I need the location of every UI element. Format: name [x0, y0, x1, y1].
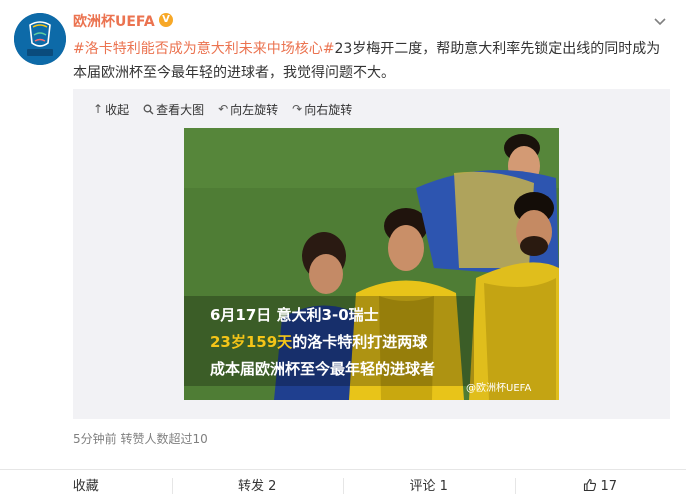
media-toolbar: ↑ 收起 查看大图 ↶ 向左旋转 ↷ 向右旋转: [93, 101, 352, 117]
post-text: #洛卡特利能否成为意大利未来中场核心#23岁梅开二度，帮助意大利率先锁定出线的同…: [73, 37, 673, 85]
expand-chevron-icon[interactable]: [653, 14, 667, 28]
rotate-left-button[interactable]: ↶ 向左旋转: [218, 101, 278, 117]
collapse-icon: ↑: [93, 102, 104, 116]
thumbs-up-icon: [584, 478, 597, 492]
rotate-right-label: 向右旋转: [304, 102, 353, 117]
comment-button[interactable]: 评论 1: [343, 470, 515, 502]
collapse-label: 收起: [105, 102, 130, 117]
caption-age-highlight: 23岁159天: [210, 333, 293, 351]
repost-button[interactable]: 转发 2: [171, 470, 344, 502]
post-photo[interactable]: 6月17日 意大利3-0瑞士 23岁159天的洛卡特利打进两球 成本届欧洲杯至今…: [184, 128, 559, 400]
rotate-right-button[interactable]: ↷ 向右旋转: [292, 101, 352, 117]
topic-link[interactable]: #洛卡特利能否成为意大利未来中场核心#: [73, 41, 334, 57]
collapse-button[interactable]: ↑ 收起: [93, 101, 129, 117]
verified-badge-icon: V: [159, 13, 173, 27]
weibo-post-card: 欧洲杯UEFA V #洛卡特利能否成为意大利未来中场核心#23岁梅开二度，帮助意…: [0, 0, 686, 502]
username[interactable]: 欧洲杯UEFA: [73, 11, 155, 31]
post-meta: 5分钟前 转赞人数超过10: [73, 432, 208, 446]
photo-watermark: @欧洲杯UEFA: [466, 383, 532, 394]
avatar[interactable]: [14, 13, 66, 65]
favorite-button[interactable]: 收藏: [0, 470, 172, 502]
rotate-right-icon: ↷: [292, 102, 303, 116]
like-button[interactable]: 17: [514, 470, 686, 502]
view-large-label: 查看大图: [156, 102, 205, 117]
photo-caption-line3: 成本届欧洲杯至今最年轻的进球者: [210, 360, 436, 378]
uefa-euro2020-logo: [14, 13, 66, 65]
rotate-left-icon: ↶: [218, 102, 229, 116]
media-box: ↑ 收起 查看大图 ↶ 向左旋转 ↷ 向右旋转 6月17日 意大利3-0瑞士 2…: [73, 89, 670, 419]
photo-caption-line2: 23岁159天的洛卡特利打进两球: [210, 331, 427, 352]
action-bar: 收藏 转发 2 评论 1 17: [0, 469, 686, 502]
photo-caption-line1: 6月17日 意大利3-0瑞士: [210, 306, 379, 324]
caption-line2-rest: 的洛卡特利打进两球: [292, 333, 428, 351]
view-large-button[interactable]: 查看大图: [143, 101, 204, 117]
magnifier-icon: [143, 104, 154, 114]
rotate-left-label: 向左旋转: [230, 102, 279, 117]
like-count: 17: [600, 479, 618, 494]
